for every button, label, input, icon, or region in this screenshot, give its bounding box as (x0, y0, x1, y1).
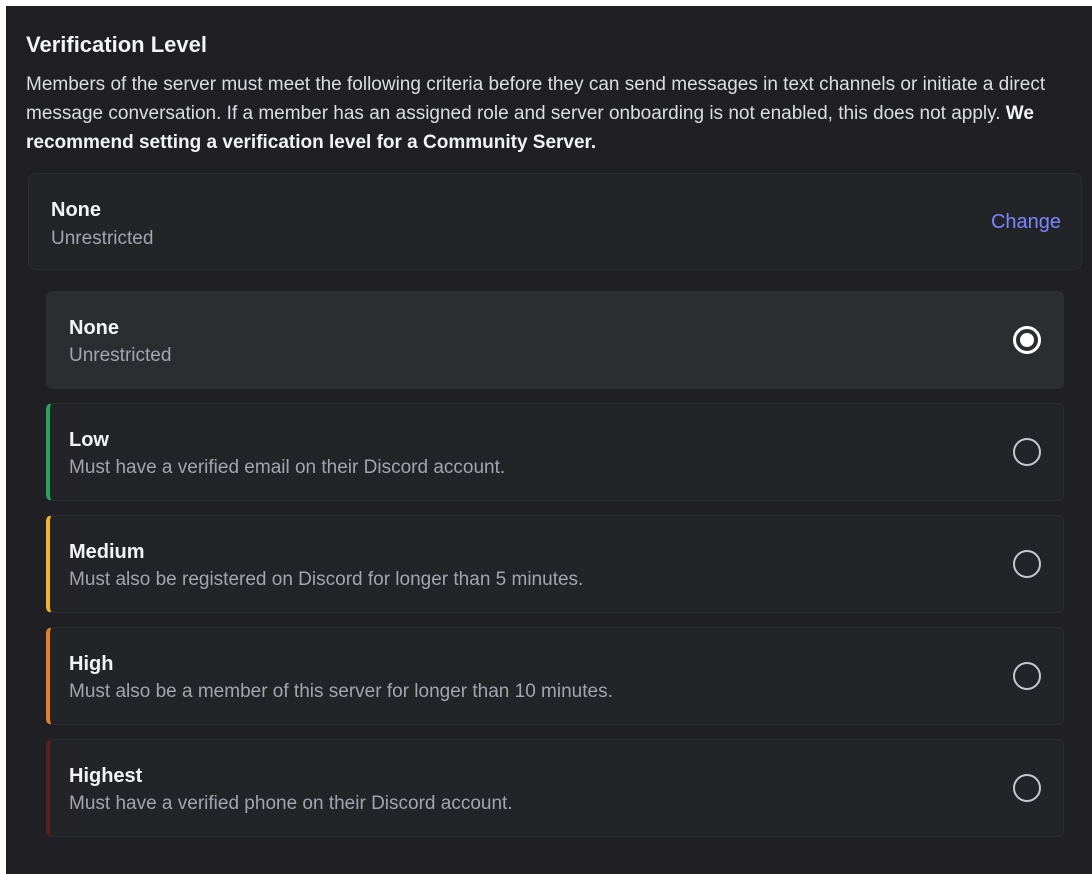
verification-settings-panel: Verification Level Members of the server… (6, 6, 1092, 874)
radio-unchecked-icon[interactable] (1013, 774, 1041, 802)
section-description: Members of the server must meet the foll… (26, 70, 1076, 157)
option-highest[interactable]: Highest Must have a verified phone on th… (46, 739, 1064, 837)
option-label: Highest (69, 765, 143, 787)
option-label: None (69, 317, 119, 339)
option-label: High (69, 653, 114, 675)
verification-options: None Unrestricted Low Must have a verifi… (46, 291, 1064, 851)
radio-unchecked-icon[interactable] (1013, 550, 1041, 578)
option-description: Unrestricted (69, 345, 172, 366)
option-description: Must also be registered on Discord for l… (69, 569, 584, 590)
option-label: Low (69, 429, 109, 451)
radio-unchecked-icon[interactable] (1013, 438, 1041, 466)
current-verification-level: None Unrestricted Change (28, 173, 1082, 270)
radio-unchecked-icon[interactable] (1013, 662, 1041, 690)
option-description: Must have a verified phone on their Disc… (69, 793, 513, 814)
current-level-description: Unrestricted (51, 228, 154, 249)
change-button[interactable]: Change (991, 211, 1061, 234)
option-none[interactable]: None Unrestricted (46, 291, 1064, 389)
option-medium[interactable]: Medium Must also be registered on Discor… (46, 515, 1064, 613)
radio-checked-icon[interactable] (1013, 326, 1041, 354)
option-label: Medium (69, 541, 145, 563)
option-low[interactable]: Low Must have a verified email on their … (46, 403, 1064, 501)
option-description: Must also be a member of this server for… (69, 681, 613, 702)
section-title: Verification Level (26, 32, 207, 57)
option-description: Must have a verified email on their Disc… (69, 457, 506, 478)
current-level-label: None (51, 199, 101, 221)
option-high[interactable]: High Must also be a member of this serve… (46, 627, 1064, 725)
description-text: Members of the server must meet the foll… (26, 74, 1046, 124)
